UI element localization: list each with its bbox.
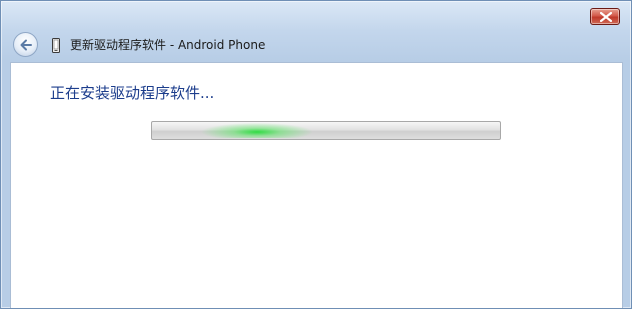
progress-bar: [151, 121, 501, 140]
update-driver-window: 更新驱动程序软件 - Android Phone 正在安装驱动程序软件...: [0, 0, 632, 309]
close-icon: [600, 12, 612, 22]
status-heading: 正在安装驱动程序软件...: [50, 84, 215, 102]
window-title: 更新驱动程序软件 - Android Phone: [70, 38, 266, 52]
back-button[interactable]: [13, 32, 38, 57]
back-arrow-icon: [20, 39, 32, 51]
main-content: 正在安装驱动程序软件...: [10, 62, 623, 308]
progress-marquee-glow: [202, 123, 312, 138]
phone-device-icon: [52, 38, 60, 53]
close-button[interactable]: [590, 8, 620, 25]
